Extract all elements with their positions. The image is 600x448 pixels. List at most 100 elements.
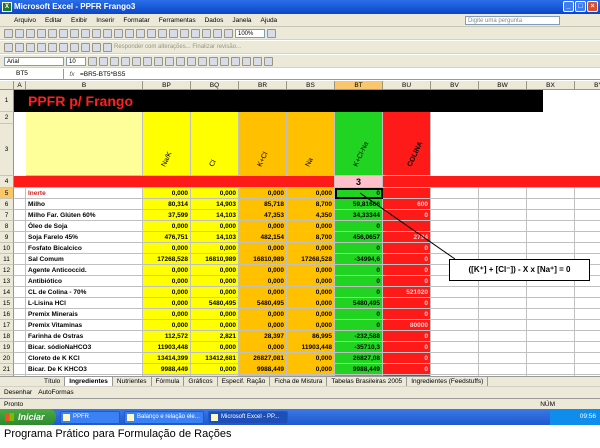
value-cell[interactable]: 0,000 — [287, 243, 335, 254]
empty-cell[interactable] — [575, 353, 600, 364]
help-icon[interactable] — [267, 28, 276, 38]
ingredient-name[interactable]: Óleo de Soja — [26, 221, 143, 232]
value-cell[interactable]: 17268,528 — [143, 254, 191, 265]
cell-a[interactable] — [14, 298, 26, 309]
value-cell[interactable]: 0,000 — [287, 353, 335, 364]
value-cell[interactable]: 0 — [383, 364, 431, 375]
value-cell[interactable]: 0 — [335, 221, 383, 232]
cell-a[interactable] — [14, 221, 26, 232]
zoom-select[interactable]: 100% — [235, 28, 265, 38]
task-excel[interactable]: Microsoft Excel - PP... — [208, 410, 288, 424]
italic-icon[interactable] — [99, 56, 108, 66]
spelling-icon[interactable] — [81, 28, 90, 38]
empty-cell[interactable] — [431, 353, 479, 364]
highlight-icon[interactable] — [103, 42, 112, 52]
value-cell[interactable]: -35710,3 — [335, 342, 383, 353]
research-icon[interactable] — [92, 28, 101, 38]
ingredient-name[interactable]: Premix Vitaminas — [26, 320, 143, 331]
empty-cell[interactable] — [575, 221, 600, 232]
value-cell[interactable]: 47,353 — [239, 210, 287, 221]
fill-color-icon[interactable] — [253, 56, 262, 66]
empty-cell[interactable] — [479, 353, 527, 364]
value-cell[interactable]: 0 — [383, 309, 431, 320]
font-color-icon[interactable] — [264, 56, 273, 66]
show-icon[interactable] — [81, 42, 90, 52]
draw-menu[interactable]: Desenhar — [4, 389, 32, 396]
empty-cell[interactable] — [527, 320, 575, 331]
prev-icon[interactable] — [48, 42, 57, 52]
empty-cell[interactable] — [479, 243, 527, 254]
value-cell[interactable]: 0,000 — [191, 243, 239, 254]
value-cell[interactable]: 0,000 — [191, 276, 239, 287]
value-cell[interactable]: 0 — [335, 287, 383, 298]
empty-cell[interactable] — [575, 243, 600, 254]
empty-cell[interactable] — [479, 232, 527, 243]
task-word[interactable]: Balanço e relação ele... — [124, 410, 204, 424]
menu-inserir[interactable]: Inserir — [96, 17, 114, 24]
value-cell[interactable]: 80000 — [383, 320, 431, 331]
value-cell[interactable]: 26827,08 — [335, 353, 383, 364]
value-cell[interactable]: 0,000 — [143, 320, 191, 331]
value-cell[interactable]: 0 — [383, 276, 431, 287]
value-cell[interactable]: -232,588 — [335, 331, 383, 342]
redo-icon[interactable] — [158, 28, 167, 38]
empty-cell[interactable] — [575, 188, 600, 199]
value-cell[interactable]: 11903,448 — [143, 342, 191, 353]
column-header[interactable]: BX — [527, 81, 575, 90]
sheet-tab[interactable]: Ficha de Mistura — [270, 376, 328, 387]
empty-cell[interactable] — [431, 309, 479, 320]
chart-wizard-icon[interactable] — [213, 28, 222, 38]
track-icon[interactable] — [15, 42, 24, 52]
value-cell[interactable]: 13412,681 — [191, 353, 239, 364]
value-cell[interactable]: 0,000 — [287, 320, 335, 331]
empty-cell[interactable] — [575, 342, 600, 353]
minimize-button[interactable]: _ — [563, 1, 574, 12]
value-cell[interactable]: 0,000 — [239, 221, 287, 232]
value-cell[interactable]: 0,000 — [143, 188, 191, 199]
empty-cell[interactable] — [479, 331, 527, 342]
cell-a[interactable] — [14, 331, 26, 342]
preview-icon[interactable] — [70, 28, 79, 38]
empty-cell[interactable] — [527, 364, 575, 375]
empty-cell[interactable] — [527, 287, 575, 298]
empty-cell[interactable] — [431, 199, 479, 210]
row-header[interactable]: 9 — [0, 232, 14, 243]
copy-icon[interactable] — [114, 28, 123, 38]
new-icon[interactable] — [4, 28, 13, 38]
cell-a[interactable] — [14, 265, 26, 276]
delete-comment-icon[interactable] — [92, 42, 101, 52]
empty-cell[interactable] — [527, 210, 575, 221]
row-header[interactable]: 10 — [0, 243, 14, 254]
empty-cell[interactable] — [431, 188, 479, 199]
mail-icon[interactable] — [48, 28, 57, 38]
sheet-tab[interactable]: Ingredientes — [65, 376, 113, 387]
value-cell[interactable]: 59,81666 — [335, 199, 383, 210]
empty-cell[interactable] — [479, 342, 527, 353]
empty-cell[interactable] — [431, 364, 479, 375]
row-header[interactable]: 17 — [0, 320, 14, 331]
size-select[interactable]: 10 — [66, 56, 86, 66]
value-cell[interactable]: 0,000 — [287, 298, 335, 309]
empty-cell[interactable] — [527, 243, 575, 254]
value-cell[interactable]: 5480,495 — [191, 298, 239, 309]
paste-icon[interactable] — [125, 28, 134, 38]
empty-cell[interactable] — [527, 221, 575, 232]
column-header[interactable]: BU — [383, 81, 431, 90]
print-icon[interactable] — [59, 28, 68, 38]
empty-cell[interactable] — [575, 210, 600, 221]
value-cell[interactable]: 0 — [383, 331, 431, 342]
row-header[interactable]: 14 — [0, 287, 14, 298]
value-cell[interactable]: 0,000 — [239, 188, 287, 199]
x-factor-cell[interactable]: 3 — [335, 176, 383, 188]
row-header[interactable]: 18 — [0, 331, 14, 342]
hyperlink-icon[interactable] — [169, 28, 178, 38]
increase-decimal-icon[interactable] — [198, 56, 207, 66]
sheet-tab[interactable]: Tabelas Brasileiras 2005 — [327, 376, 408, 387]
empty-cell[interactable] — [479, 320, 527, 331]
empty-cell[interactable] — [575, 232, 600, 243]
column-header[interactable]: BT — [335, 81, 383, 90]
value-cell[interactable]: 9988,449 — [143, 364, 191, 375]
value-cell[interactable]: 9988,449 — [239, 364, 287, 375]
value-cell[interactable] — [383, 221, 431, 232]
cell-a[interactable] — [14, 320, 26, 331]
